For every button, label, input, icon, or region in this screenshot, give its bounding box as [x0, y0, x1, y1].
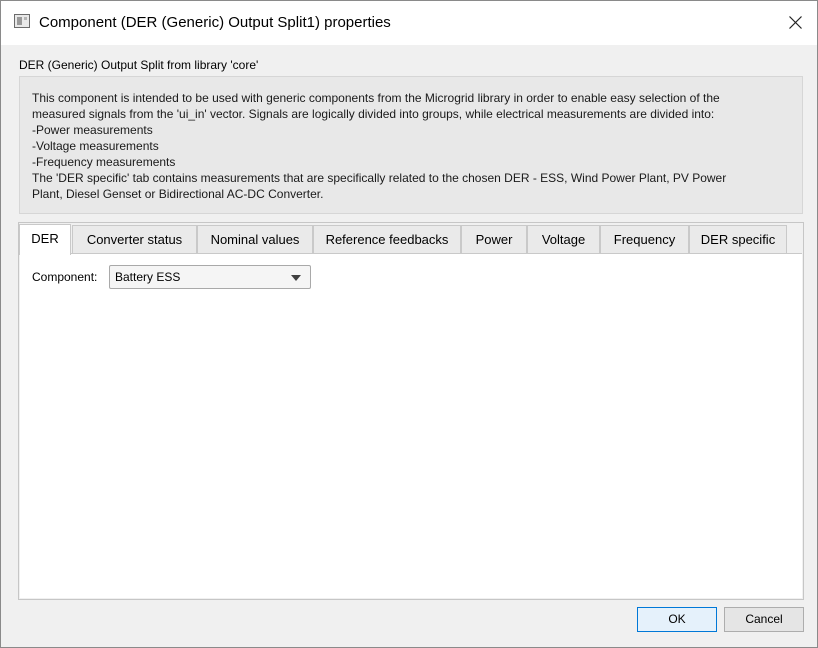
- tab-nominal-values[interactable]: Nominal values: [197, 225, 313, 254]
- component-select[interactable]: Battery ESS: [109, 265, 311, 289]
- tab-frequency[interactable]: Frequency: [600, 225, 689, 254]
- app-window-icon: [14, 14, 30, 28]
- library-label: DER (Generic) Output Split from library …: [19, 58, 259, 72]
- description-line: The 'DER specific' tab contains measurem…: [32, 171, 727, 185]
- component-select-value: Battery ESS: [115, 270, 181, 284]
- tab-bar: DER Converter status Nominal values Refe…: [19, 224, 803, 255]
- close-button[interactable]: [777, 7, 813, 39]
- tab-der[interactable]: DER: [19, 224, 71, 255]
- ok-button[interactable]: OK: [637, 607, 717, 632]
- description-line: Plant, Diesel Genset or Bidirectional AC…: [32, 187, 324, 201]
- tab-reference-feedbacks[interactable]: Reference feedbacks: [313, 225, 461, 254]
- tab-voltage[interactable]: Voltage: [527, 225, 600, 254]
- cancel-button[interactable]: Cancel: [724, 607, 804, 632]
- description-line: This component is intended to be used wi…: [32, 91, 720, 105]
- properties-dialog: Component (DER (Generic) Output Split1) …: [0, 0, 818, 648]
- description-line: -Frequency measurements: [32, 155, 176, 169]
- description-line: measured signals from the 'ui_in' vector…: [32, 107, 715, 121]
- chevron-down-icon: [291, 275, 301, 281]
- description-line: -Power measurements: [32, 123, 153, 137]
- window-title: Component (DER (Generic) Output Split1) …: [39, 14, 391, 31]
- tab-der-specific[interactable]: DER specific: [689, 225, 787, 254]
- title-bar[interactable]: Component (DER (Generic) Output Split1) …: [1, 1, 817, 45]
- component-label: Component:: [32, 270, 98, 284]
- tab-converter-status[interactable]: Converter status: [72, 225, 197, 254]
- der-tab-panel: [20, 253, 802, 598]
- close-icon: [789, 16, 802, 29]
- description-box: This component is intended to be used wi…: [19, 76, 803, 214]
- description-line: -Voltage measurements: [32, 139, 159, 153]
- tab-power[interactable]: Power: [461, 225, 527, 254]
